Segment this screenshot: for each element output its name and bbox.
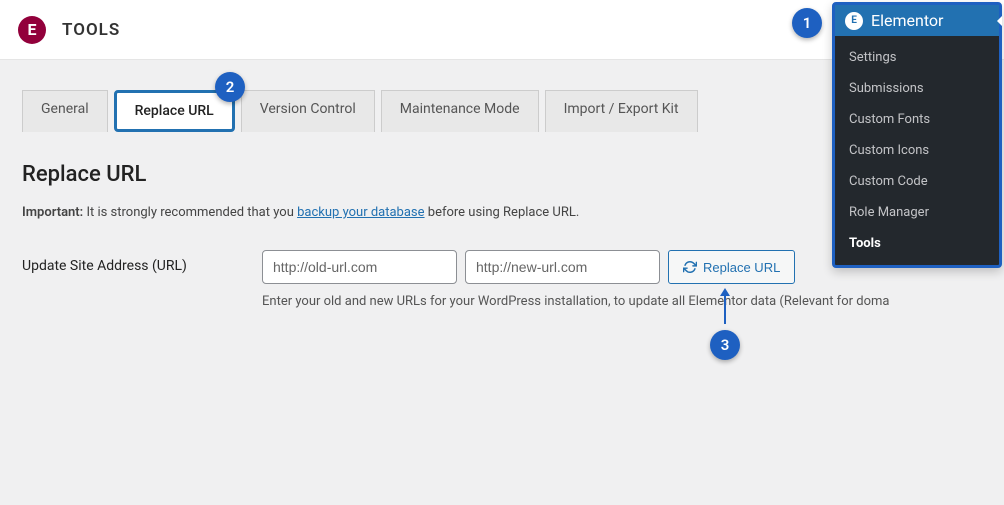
new-url-input[interactable] [465,250,660,284]
submenu-item-role-manager[interactable]: Role Manager [835,197,999,228]
replace-url-button[interactable]: Replace URL [668,250,795,284]
submenu-header[interactable]: E Elementor [835,5,999,36]
tab-import-export-kit[interactable]: Import / Export Kit [545,90,698,132]
replace-url-button-label: Replace URL [703,260,780,275]
submenu-list: SettingsSubmissionsCustom FontsCustom Ic… [835,36,999,265]
submenu-item-submissions[interactable]: Submissions [835,73,999,104]
submenu-item-settings[interactable]: Settings [835,42,999,73]
tab-replace-url[interactable]: Replace URL [114,90,235,132]
elementor-mini-logo-icon: E [845,12,863,30]
submenu-item-custom-icons[interactable]: Custom Icons [835,135,999,166]
callout-arrow-3 [724,294,726,324]
callout-badge-3: 3 [710,330,740,360]
callout-badge-1: 1 [792,8,822,38]
tab-version-control[interactable]: Version Control [241,90,375,132]
callout-badge-2: 2 [215,72,245,102]
elementor-logo-icon: E [18,16,46,44]
page-title: TOOLS [62,20,120,40]
submenu-title: Elementor [871,11,943,30]
helper-text: Enter your old and new URLs for your Wor… [262,294,982,309]
notice-strong: Important: [22,205,83,220]
submenu-item-tools[interactable]: Tools [835,228,999,259]
tab-maintenance-mode[interactable]: Maintenance Mode [381,90,539,132]
elementor-submenu: E Elementor SettingsSubmissionsCustom Fo… [832,2,1002,268]
refresh-icon [683,260,697,274]
old-url-input[interactable] [262,250,457,284]
submenu-item-custom-fonts[interactable]: Custom Fonts [835,104,999,135]
caret-left-icon [997,16,1002,26]
submenu-item-custom-code[interactable]: Custom Code [835,166,999,197]
notice-text-after: before using Replace URL. [425,205,580,220]
backup-database-link[interactable]: backup your database [297,205,424,220]
update-url-label: Update Site Address (URL) [22,250,262,274]
tab-general[interactable]: General [22,90,108,132]
notice-text-before: It is strongly recommended that you [83,205,297,220]
